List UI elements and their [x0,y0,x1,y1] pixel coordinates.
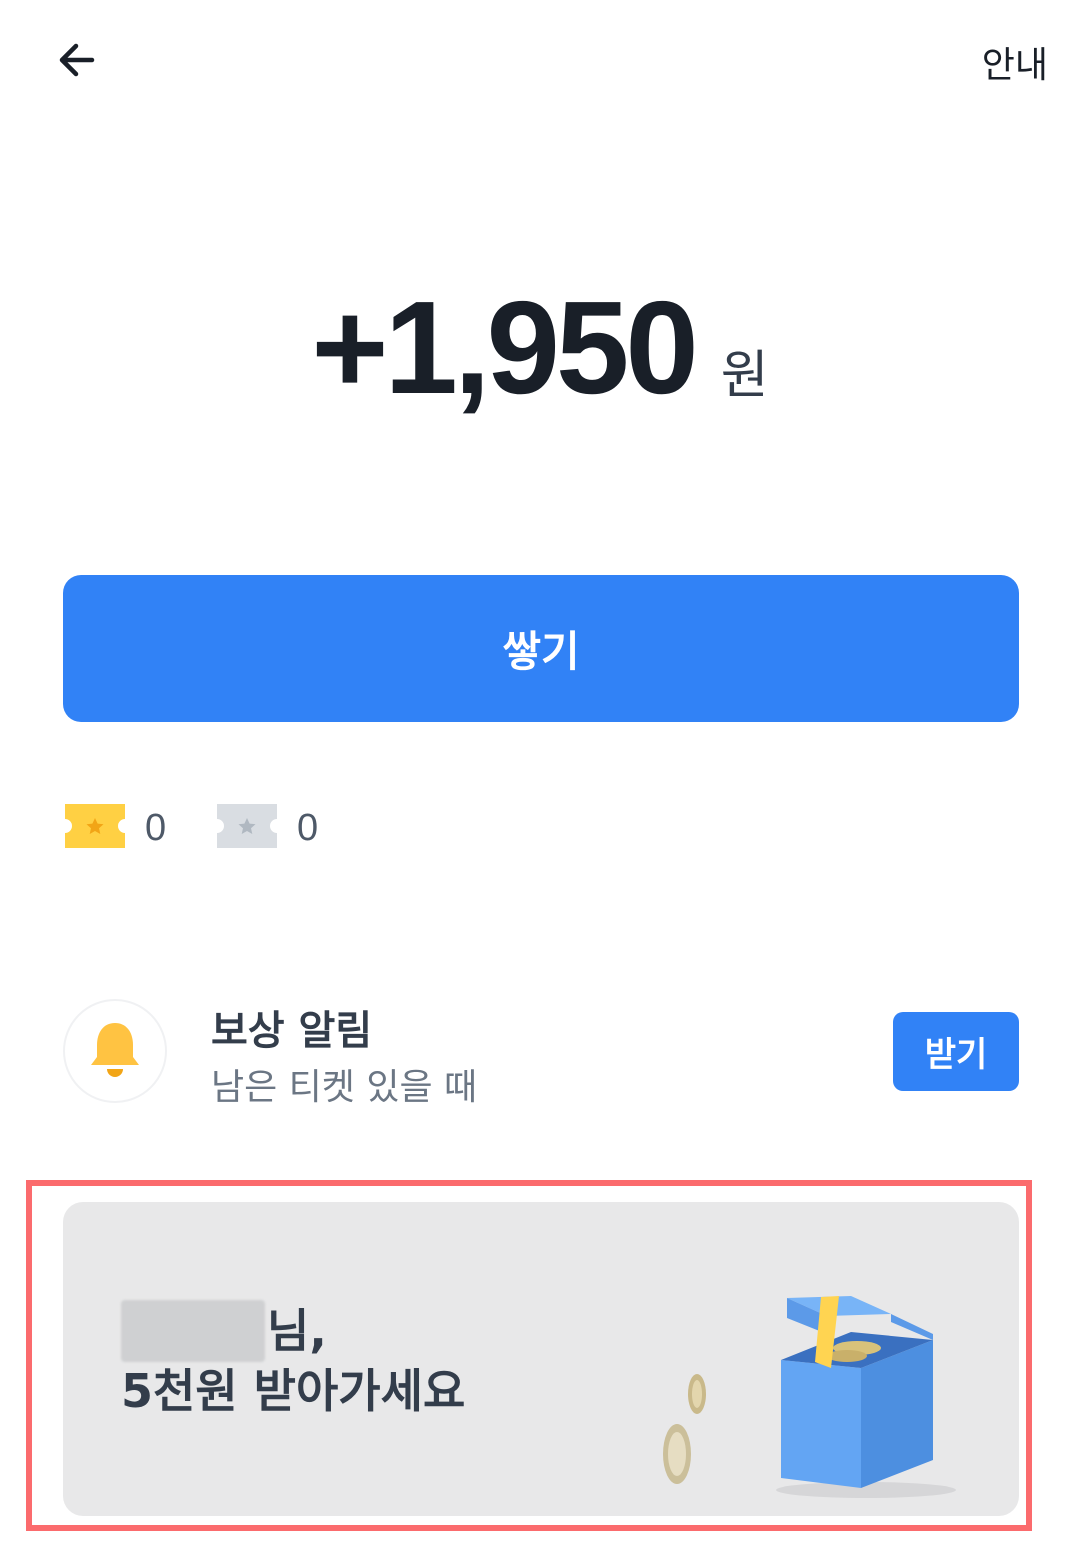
arrow-left-icon [52,36,100,88]
reward-amount: +1,950 원 [0,272,1080,423]
bell-avatar [63,999,167,1103]
info-link[interactable]: 안내 [982,36,1048,88]
accumulate-button[interactable]: 쌓기 [63,575,1019,722]
receive-alert-button[interactable]: 받기 [893,1012,1019,1091]
gold-ticket-counter: 0 [65,804,166,852]
amount-unit: 원 [720,346,769,406]
silver-ticket-count: 0 [297,806,319,849]
accumulate-button-label: 쌓기 [502,627,580,676]
bell-icon [87,1019,143,1083]
back-button[interactable] [44,30,108,94]
alert-title: 보상 알림 [211,1008,373,1054]
reward-page: 안내 +1,950 원 쌓기 0 0 보상 알림 남은 티켓 있을 때 받기 님… [0,0,1080,1546]
gold-ticket-count: 0 [145,806,167,849]
alert-subtitle: 남은 티켓 있을 때 [211,1067,478,1108]
receive-button-label: 받기 [924,1035,988,1075]
amount-value: +1,950 [311,274,698,421]
silver-ticket-counter: 0 [217,804,318,852]
highlight-frame [26,1180,1032,1531]
gold-ticket-icon [65,804,125,852]
silver-ticket-icon [217,804,277,852]
